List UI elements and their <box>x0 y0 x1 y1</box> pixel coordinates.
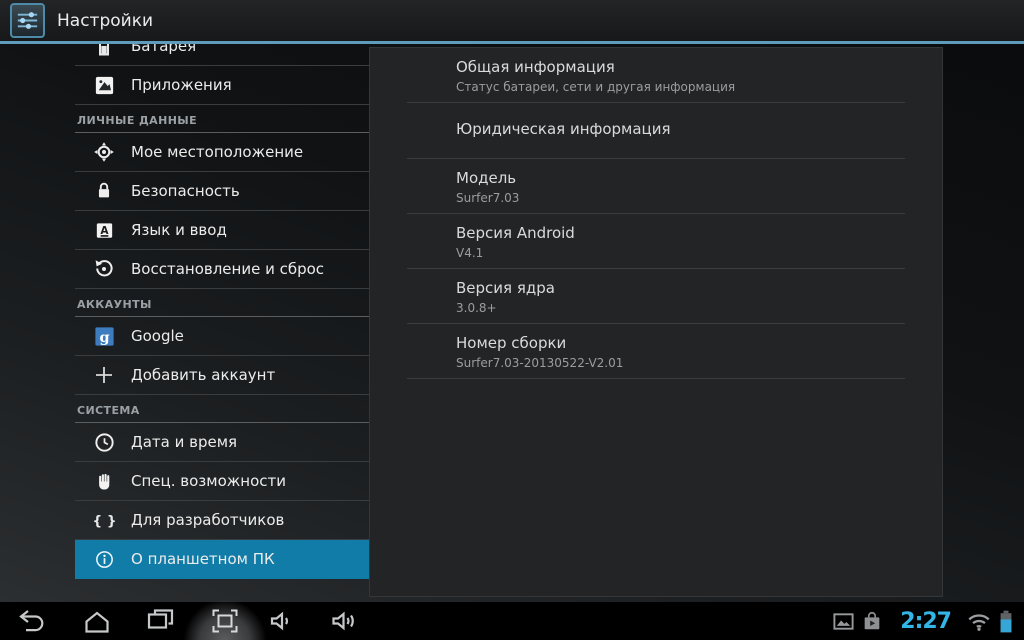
detail-item-title: Версия Android <box>456 224 905 242</box>
detail-item-subtitle: Surfer7.03 <box>456 191 905 205</box>
sidebar-item-label: Батарея <box>131 44 196 55</box>
detail-item[interactable]: Юридическая информация <box>407 103 905 159</box>
sidebar-item-label: Восстановление и сброс <box>131 260 324 278</box>
sidebar-section-header: ЛИЧНЫЕ ДАННЫЕ <box>75 105 369 133</box>
sidebar-item-battery[interactable]: Батарея <box>75 44 369 66</box>
sidebar-item-apps[interactable]: Приложения <box>75 66 369 105</box>
developer-icon: { } <box>91 507 117 533</box>
svg-text:{ }: { } <box>92 513 116 529</box>
svg-text:A: A <box>100 224 109 236</box>
sidebar-item-info[interactable]: О планшетном ПК <box>75 540 369 579</box>
detail-item[interactable]: Модель Surfer7.03 <box>407 159 905 214</box>
apps-icon <box>91 72 117 98</box>
sidebar-item-label: О планшетном ПК <box>131 550 275 568</box>
nav-volume-down-button[interactable] <box>267 605 299 637</box>
accessibility-icon <box>91 468 117 494</box>
nav-volume-up-button[interactable] <box>330 605 362 637</box>
about-tablet-panel: Общая информация Статус батареи, сети и … <box>369 47 943 597</box>
sidebar-item-label: Для разработчиков <box>131 511 284 529</box>
detail-item-subtitle: Статус батареи, сети и другая информация <box>456 80 905 94</box>
sidebar-item-developer[interactable]: { } Для разработчиков <box>75 501 369 540</box>
add-icon <box>91 362 117 388</box>
sidebar-item-lock[interactable]: Безопасность <box>75 172 369 211</box>
sidebar-item-clock[interactable]: Дата и время <box>75 423 369 462</box>
clock-icon <box>91 429 117 455</box>
page-title: Настройки <box>57 11 153 31</box>
screenshot-notification-icon[interactable] <box>832 610 855 633</box>
settings-sliders-icon <box>10 3 45 38</box>
nav-back-button[interactable] <box>16 605 48 637</box>
sidebar-section-header: СИСТЕМА <box>75 395 369 423</box>
detail-item-subtitle: Surfer7.03-20130522-V2.01 <box>456 356 905 370</box>
sidebar-item-label: Google <box>131 327 184 345</box>
battery-icon <box>91 44 117 59</box>
nav-home-button[interactable] <box>81 605 113 637</box>
detail-item-title: Версия ядра <box>456 279 905 297</box>
detail-item[interactable]: Номер сборки Surfer7.03-20130522-V2.01 <box>407 324 905 379</box>
status-clock[interactable]: 2:27 <box>900 609 951 634</box>
sidebar-item-location[interactable]: Мое местоположение <box>75 133 369 172</box>
sidebar-section-header: АККАУНТЫ <box>75 289 369 317</box>
sidebar-item-accessibility[interactable]: Спец. возможности <box>75 462 369 501</box>
detail-item-title: Общая информация <box>456 58 905 76</box>
lock-icon <box>91 178 117 204</box>
nav-screenshot-button[interactable] <box>209 605 241 637</box>
sidebar-item-label: Безопасность <box>131 182 240 200</box>
play-store-notification-icon[interactable] <box>861 610 883 632</box>
detail-item[interactable]: Версия Android V4.1 <box>407 214 905 269</box>
system-nav-bar: 2:27 <box>0 602 1024 640</box>
sidebar-item-language[interactable]: A Язык и ввод <box>75 211 369 250</box>
sidebar-item-label: Язык и ввод <box>131 221 227 239</box>
google-icon: g <box>91 323 117 349</box>
detail-item-subtitle: 3.0.8+ <box>456 301 905 315</box>
detail-item-subtitle: V4.1 <box>456 246 905 260</box>
sidebar-item-add[interactable]: Добавить аккаунт <box>75 356 369 395</box>
backup-reset-icon <box>91 256 117 282</box>
battery-status-icon <box>996 608 1016 635</box>
sidebar-item-label: Мое местоположение <box>131 143 303 161</box>
location-icon <box>91 139 117 165</box>
sidebar-item-label: Спец. возможности <box>131 472 286 490</box>
sidebar-item-label: Дата и время <box>131 433 237 451</box>
android-settings-screen: Настройки Батарея Приложения ЛИЧНЫЕ ДАНН… <box>0 0 1024 640</box>
detail-item[interactable]: Версия ядра 3.0.8+ <box>407 269 905 324</box>
settings-sidebar: Батарея Приложения ЛИЧНЫЕ ДАННЫЕ Мое мес… <box>75 44 369 579</box>
sidebar-item-label: Добавить аккаунт <box>131 366 275 384</box>
svg-text:g: g <box>99 330 109 346</box>
sidebar-item-label: Приложения <box>131 76 232 94</box>
language-icon: A <box>91 217 117 243</box>
detail-item[interactable]: Общая информация Статус батареи, сети и … <box>407 48 905 103</box>
status-area: 2:27 <box>832 602 1016 640</box>
info-icon <box>91 546 117 572</box>
nav-recent-apps-button[interactable] <box>144 605 176 637</box>
action-bar: Настройки <box>0 0 1024 44</box>
detail-item-title: Номер сборки <box>456 334 905 352</box>
wifi-icon <box>966 608 992 634</box>
detail-item-title: Модель <box>456 169 905 187</box>
sidebar-item-google[interactable]: g Google <box>75 317 369 356</box>
sidebar-item-backup-reset[interactable]: Восстановление и сброс <box>75 250 369 289</box>
detail-item-title: Юридическая информация <box>456 120 905 138</box>
